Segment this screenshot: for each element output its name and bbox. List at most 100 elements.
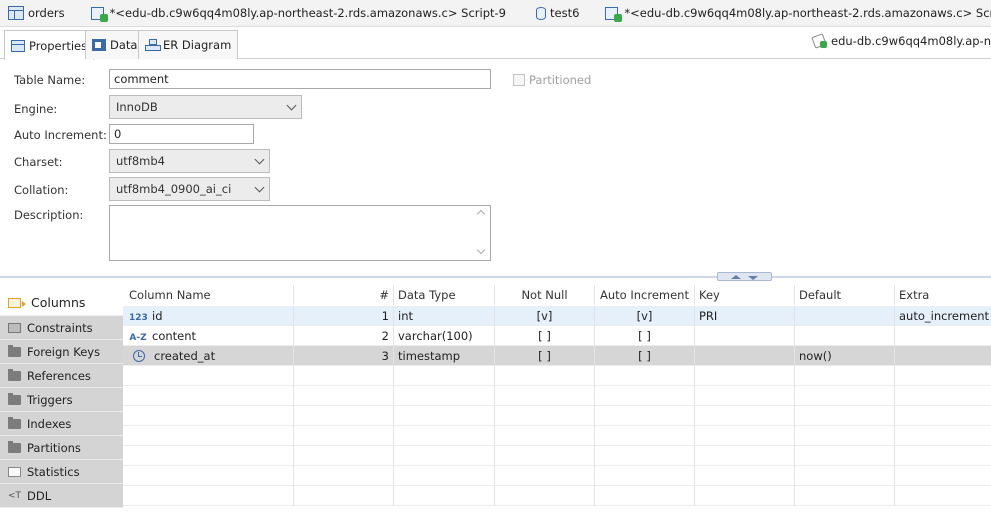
description-textarea[interactable] (109, 205, 491, 261)
header-not-null[interactable]: Not Null (495, 285, 595, 305)
cell-default[interactable]: now() (795, 346, 895, 366)
column-name-text: content (152, 329, 197, 343)
chevron-down-icon (286, 100, 297, 111)
table-name-input[interactable] (109, 69, 491, 89)
cell-column-name[interactable]: created_at (123, 346, 294, 366)
checkbox-box[interactable] (513, 74, 525, 86)
table-row[interactable]: created_at 3 timestamp [ ] [ ] now() (123, 346, 991, 366)
cell-data-type[interactable]: int (394, 306, 495, 326)
cell-key[interactable] (695, 346, 795, 366)
er-diagram-icon (145, 39, 161, 51)
left-tab-indexes[interactable]: Indexes (0, 412, 123, 436)
scroll-down-icon[interactable] (476, 245, 486, 255)
connection-indicator[interactable]: edu-db.c9w6qq4m08ly.ap-n (813, 34, 991, 48)
collation-select[interactable]: utf8mb4_0900_ai_ci (109, 177, 270, 201)
charset-select[interactable]: utf8mb4 (109, 149, 270, 173)
folder-icon (8, 416, 21, 429)
left-tab-label: Indexes (27, 416, 72, 431)
empty-row (123, 426, 991, 446)
left-tab-constraints[interactable]: Constraints (0, 316, 123, 340)
folder-icon (8, 344, 21, 357)
textarea-scrollbar[interactable] (474, 206, 490, 260)
tab-properties[interactable]: Properties (4, 30, 95, 60)
arrow-up-icon[interactable] (731, 275, 741, 279)
cell-ordinal[interactable]: 2 (294, 326, 394, 346)
editor-tab-test6[interactable]: test6 (536, 0, 589, 26)
tab-er-diagram[interactable]: ER Diagram (138, 30, 239, 59)
left-tab-label: Partitions (27, 440, 81, 455)
cell-extra[interactable] (895, 326, 991, 346)
header-default[interactable]: Default (795, 285, 895, 305)
database-icon (536, 6, 546, 20)
left-tab-columns[interactable]: Columns (0, 290, 123, 316)
table-header-row: Column Name # Data Type Not Null Auto In… (123, 285, 991, 305)
partitioned-label: Partitioned (529, 73, 592, 87)
chevron-down-icon (254, 182, 265, 193)
scroll-up-icon[interactable] (476, 209, 486, 219)
cell-not-null[interactable]: [v] (495, 306, 595, 326)
editor-tab-orders[interactable]: orders (8, 0, 75, 26)
cell-default[interactable] (795, 326, 895, 346)
connection-icon (813, 35, 828, 48)
arrow-down-icon[interactable] (748, 276, 758, 280)
cell-data-type[interactable]: timestamp (394, 346, 495, 366)
editor-tab-label: test6 (550, 6, 580, 20)
editor-tab-script-9[interactable]: *<edu-db.c9w6qq4m08ly.ap-northeast-2.rds… (90, 0, 516, 26)
cell-auto-increment[interactable]: [v] (595, 306, 695, 326)
properties-icon (11, 39, 25, 52)
sash-toggle-handle[interactable] (717, 272, 772, 281)
cell-not-null[interactable]: [ ] (495, 346, 595, 366)
cell-key[interactable]: PRI (695, 306, 795, 326)
cell-data-type[interactable]: varchar(100) (394, 326, 495, 346)
empty-row (123, 486, 991, 506)
cell-extra[interactable] (895, 346, 991, 366)
tab-label: ER Diagram (163, 38, 232, 52)
left-tab-label: Foreign Keys (27, 344, 101, 359)
left-tab-partitions[interactable]: Partitions (0, 436, 123, 460)
cell-ordinal[interactable]: 1 (294, 306, 394, 326)
cell-auto-increment[interactable]: [ ] (595, 326, 695, 346)
left-tab-ddl[interactable]: <T DDL (0, 484, 123, 508)
engine-select[interactable]: InnoDB (109, 95, 302, 119)
cell-column-name[interactable]: A-Z content (123, 326, 294, 346)
header-column-name[interactable]: Column Name (123, 285, 294, 305)
description-label: Description: (14, 208, 84, 222)
editor-tab-label: *<edu-db.c9w6qq4m08ly.ap-northeast-2.rds… (109, 6, 506, 20)
cell-not-null[interactable]: [ ] (495, 326, 595, 346)
cell-key[interactable] (695, 326, 795, 346)
cell-default[interactable] (795, 306, 895, 326)
header-ordinal[interactable]: # (294, 285, 394, 305)
column-name-text: id (152, 309, 163, 323)
panel-divider[interactable] (0, 276, 991, 278)
left-tab-statistics[interactable]: Statistics (0, 460, 123, 484)
cell-extra[interactable]: auto_increment (895, 306, 991, 326)
tab-data[interactable]: Data (85, 30, 145, 59)
left-tab-references[interactable]: References (0, 364, 123, 388)
partitioned-checkbox[interactable]: Partitioned (513, 73, 591, 87)
number-type-icon: 123 (129, 313, 148, 323)
script-icon (605, 6, 623, 22)
cell-auto-increment[interactable]: [ ] (595, 346, 695, 366)
table-row[interactable]: 123 id 1 int [v] [v] PRI auto_increment (123, 306, 991, 326)
constraints-icon (8, 322, 21, 333)
left-tab-triggers[interactable]: Triggers (0, 388, 123, 412)
header-data-type[interactable]: Data Type (394, 285, 495, 305)
editor-tab-script-10[interactable]: *<edu-db.c9w6qq4m08ly.ap-northeast-2.rds… (605, 0, 991, 26)
header-key[interactable]: Key (695, 285, 795, 305)
left-tab-foreign-keys[interactable]: Foreign Keys (0, 340, 123, 364)
header-auto-increment[interactable]: Auto Increment (595, 285, 695, 305)
data-icon (92, 39, 106, 51)
table-name-label: Table Name: (14, 73, 86, 87)
cell-column-name[interactable]: 123 id (123, 306, 294, 326)
cell-ordinal[interactable]: 3 (294, 346, 394, 366)
collation-label: Collation: (14, 183, 69, 197)
header-extra[interactable]: Extra (895, 285, 991, 305)
left-tab-label: Statistics (27, 464, 80, 479)
auto-increment-input[interactable] (109, 124, 254, 144)
empty-row (123, 406, 991, 426)
left-tab-label: References (27, 368, 91, 383)
editor-tab-label: orders (28, 6, 65, 20)
columns-icon (8, 297, 26, 308)
left-tab-list: Columns Constraints Foreign Keys Referen… (0, 290, 123, 508)
table-row[interactable]: A-Z content 2 varchar(100) [ ] [ ] (123, 326, 991, 346)
